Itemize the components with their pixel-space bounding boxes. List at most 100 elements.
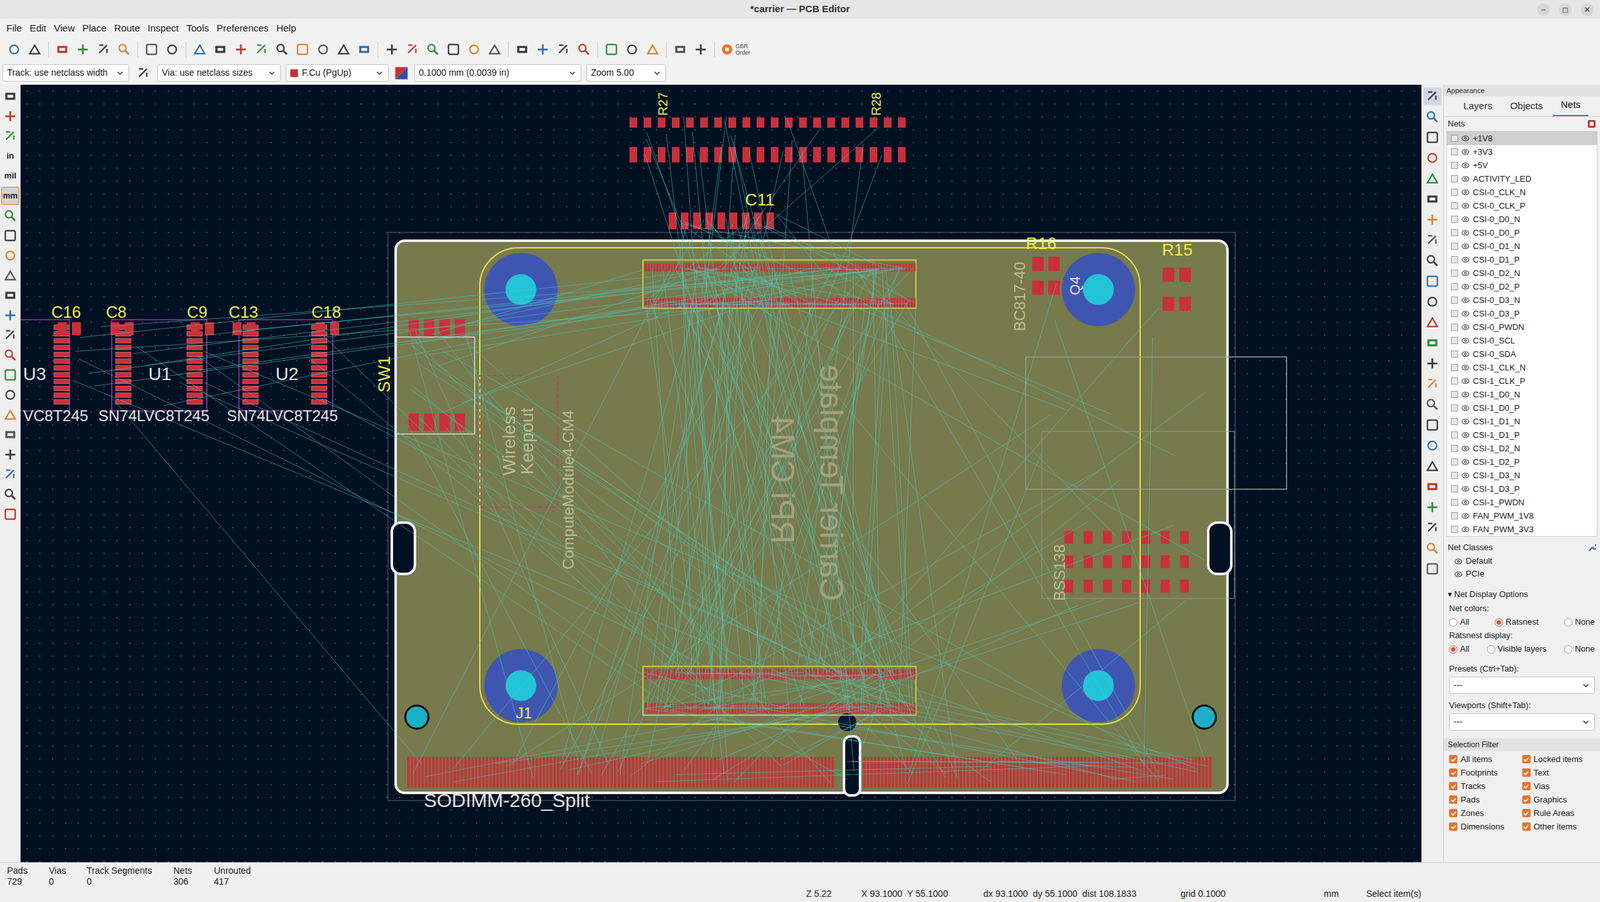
tool-icon[interactable] bbox=[673, 42, 688, 57]
eye-icon[interactable] bbox=[1461, 188, 1470, 197]
eye-icon[interactable] bbox=[1461, 498, 1470, 507]
net-row[interactable]: CSI-1_D2_P bbox=[1447, 455, 1597, 469]
radio-option[interactable]: All bbox=[1449, 642, 1469, 656]
appearance-tab[interactable]: Layers bbox=[1455, 98, 1500, 117]
appearance-tab[interactable]: Nets bbox=[1553, 97, 1589, 117]
net-color-swatch[interactable] bbox=[1450, 337, 1459, 345]
tool-icon[interactable] bbox=[1425, 253, 1440, 268]
net-row[interactable]: CSI-1_CLK_P bbox=[1447, 374, 1597, 388]
tool-icon[interactable] bbox=[1425, 89, 1440, 104]
toolbar-button[interactable] bbox=[642, 39, 663, 60]
net-color-swatch[interactable] bbox=[1450, 472, 1459, 480]
net-row[interactable]: +1V8 bbox=[1447, 131, 1597, 146]
menu-item[interactable]: Preferences bbox=[212, 21, 273, 36]
tool-icon[interactable] bbox=[3, 507, 18, 522]
tool-icon[interactable] bbox=[1425, 315, 1440, 330]
toolbar-button[interactable] bbox=[1, 346, 20, 365]
tool-icon[interactable] bbox=[3, 89, 18, 104]
tool-icon[interactable] bbox=[1425, 150, 1440, 166]
tool-icon[interactable] bbox=[1425, 459, 1440, 474]
toolbar-button[interactable] bbox=[484, 39, 505, 60]
filter-checkbox[interactable]: Footprints bbox=[1449, 766, 1523, 780]
tool-icon[interactable] bbox=[1425, 171, 1440, 186]
window-control-button[interactable]: ✕ bbox=[1580, 3, 1594, 17]
eye-icon[interactable] bbox=[1461, 336, 1470, 345]
wrench-icon[interactable] bbox=[1587, 544, 1597, 553]
net-color-swatch[interactable] bbox=[1450, 445, 1459, 453]
toolbar-button[interactable] bbox=[1, 306, 20, 325]
filter-checkbox[interactable]: Other items bbox=[1522, 820, 1596, 834]
tool-icon[interactable] bbox=[1425, 479, 1440, 494]
menu-item[interactable]: Edit bbox=[25, 21, 51, 36]
net-class-row[interactable]: Default bbox=[1443, 554, 1600, 568]
tool-icon[interactable] bbox=[604, 42, 619, 57]
net-color-swatch[interactable] bbox=[1450, 202, 1459, 210]
net-color-swatch[interactable] bbox=[1450, 296, 1459, 304]
toolbar-button[interactable] bbox=[1423, 457, 1442, 476]
eye-icon[interactable] bbox=[1461, 309, 1470, 318]
net-row[interactable]: CSI-0_D3_N bbox=[1447, 293, 1597, 308]
toolbar-button[interactable] bbox=[1, 127, 20, 146]
window-control-button[interactable]: – bbox=[1537, 3, 1550, 17]
toolbar-button[interactable] bbox=[1, 87, 20, 106]
net-row[interactable]: CSI-0_D0_N bbox=[1447, 212, 1597, 227]
tool-icon[interactable] bbox=[3, 328, 18, 343]
radio-option[interactable]: None bbox=[1564, 642, 1595, 656]
net-row[interactable]: CSI-0_D1_P bbox=[1447, 253, 1597, 267]
toolbar-button[interactable] bbox=[189, 39, 211, 60]
net-settings-icon[interactable] bbox=[1587, 119, 1597, 129]
toolbar-button[interactable] bbox=[1, 206, 20, 225]
layer-pair-icon[interactable] bbox=[393, 65, 410, 81]
unit-button[interactable]: mm bbox=[1, 186, 20, 205]
net-color-swatch[interactable] bbox=[1450, 499, 1459, 507]
tool-icon[interactable] bbox=[3, 268, 18, 283]
tool-icon[interactable] bbox=[3, 228, 18, 243]
net-row[interactable]: CSI-0_SDA bbox=[1447, 347, 1597, 361]
net-color-swatch[interactable] bbox=[1450, 242, 1459, 250]
toolbar-button[interactable] bbox=[1, 386, 20, 405]
menu-item[interactable]: View bbox=[50, 21, 79, 36]
net-color-swatch[interactable] bbox=[1450, 458, 1459, 466]
tool-icon[interactable] bbox=[425, 42, 440, 57]
tool-icon[interactable] bbox=[357, 42, 372, 57]
toolbar-button[interactable] bbox=[1423, 128, 1442, 147]
tool-icon[interactable] bbox=[1425, 397, 1440, 412]
filter-checkbox[interactable]: Tracks bbox=[1449, 779, 1523, 794]
toolbar-button[interactable] bbox=[1423, 169, 1442, 188]
tool-icon[interactable] bbox=[3, 288, 18, 303]
eye-icon[interactable] bbox=[1461, 350, 1470, 359]
toolbar-button[interactable] bbox=[161, 39, 183, 60]
toolbar-button[interactable] bbox=[532, 39, 554, 60]
tool-icon[interactable] bbox=[3, 109, 18, 124]
tool-icon[interactable] bbox=[466, 42, 482, 57]
net-row[interactable]: CSI-1_D1_P bbox=[1447, 428, 1597, 442]
eye-icon[interactable] bbox=[1461, 174, 1470, 184]
net-color-swatch[interactable] bbox=[1450, 323, 1459, 331]
net-color-swatch[interactable] bbox=[1450, 364, 1459, 372]
net-color-swatch[interactable] bbox=[1450, 229, 1459, 237]
tool-icon[interactable] bbox=[576, 42, 591, 57]
grid-select[interactable]: 0.1000 mm (0.0039 in) bbox=[414, 64, 582, 82]
tool-icon[interactable] bbox=[556, 42, 571, 57]
toolbar-button[interactable] bbox=[690, 39, 712, 60]
unit-button[interactable]: mil bbox=[1, 167, 20, 185]
pcb-canvas[interactable]: C16C8C9C13C18U3U1U2VC8T245SN74LVC8T245SN… bbox=[20, 84, 1422, 863]
toolbar-button[interactable] bbox=[1423, 231, 1442, 250]
net-row[interactable]: CSI-0_D1_N bbox=[1447, 239, 1597, 254]
net-color-swatch[interactable] bbox=[1450, 283, 1459, 291]
net-row[interactable]: CSI-0_D2_P bbox=[1447, 280, 1597, 294]
net-class-row[interactable]: PCIe bbox=[1443, 567, 1600, 581]
tool-icon[interactable] bbox=[295, 42, 310, 57]
tool-icon[interactable] bbox=[515, 42, 530, 57]
tool-icon[interactable] bbox=[1425, 500, 1440, 515]
tool-icon[interactable] bbox=[693, 42, 708, 57]
tool-icon[interactable] bbox=[3, 308, 18, 323]
toolbar-button[interactable] bbox=[93, 39, 114, 60]
tool-icon[interactable] bbox=[3, 348, 18, 363]
tool-icon[interactable] bbox=[1425, 438, 1440, 453]
eye-icon[interactable] bbox=[1461, 457, 1470, 467]
tool-icon[interactable] bbox=[487, 42, 502, 57]
toolbar-button[interactable] bbox=[1423, 416, 1442, 435]
tool-icon[interactable] bbox=[1425, 562, 1440, 577]
menu-item[interactable]: Tools bbox=[182, 21, 213, 36]
